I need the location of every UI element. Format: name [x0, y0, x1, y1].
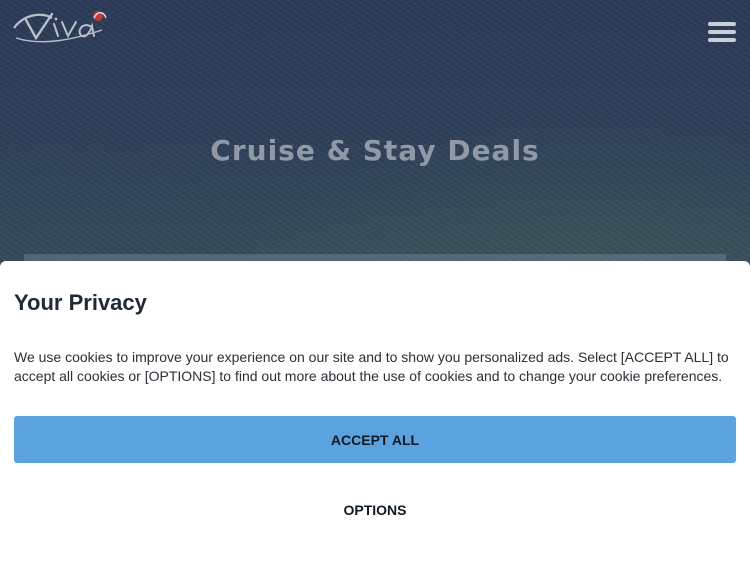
hamburger-menu-icon[interactable]	[708, 22, 736, 44]
logo-mark	[13, 11, 107, 43]
accept-all-button[interactable]: ACCEPT ALL	[14, 416, 736, 463]
menu-bar	[708, 22, 736, 26]
page: Cruise & Stay Deals Your Privacy We use …	[0, 0, 750, 563]
menu-bar	[708, 38, 736, 42]
privacy-text: We use cookies to improve your experienc…	[14, 349, 729, 384]
privacy-title: Your Privacy	[14, 290, 147, 315]
menu-bar	[708, 30, 736, 34]
viva-cruise-logo[interactable]	[12, 8, 112, 52]
privacy-dialog: Your Privacy We use cookies to improve y…	[0, 261, 750, 563]
hero-title: Cruise & Stay Deals	[210, 134, 540, 167]
options-button[interactable]: OPTIONS	[14, 491, 736, 529]
